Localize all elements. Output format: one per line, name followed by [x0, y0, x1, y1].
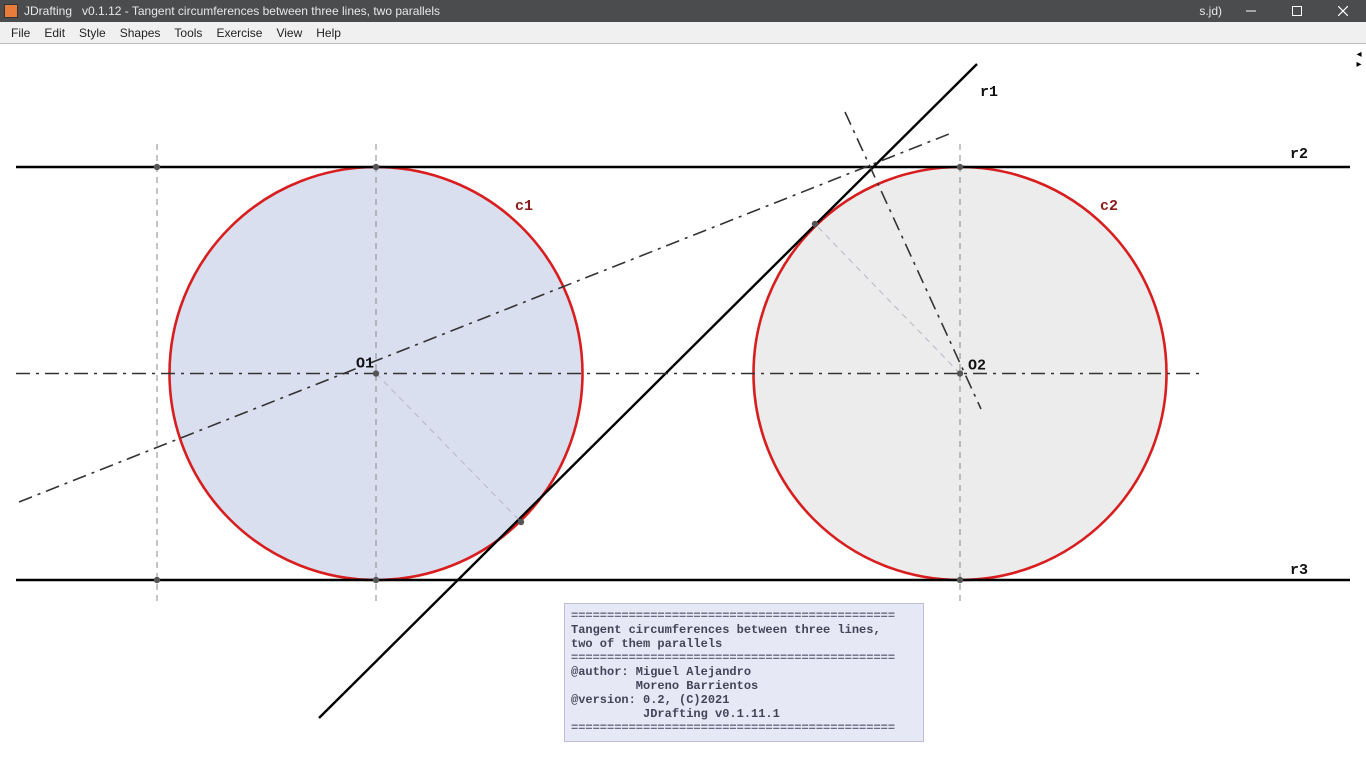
titlebar-text: JDrafting v0.1.12 - Tangent circumferenc… [24, 4, 440, 18]
point-o2[interactable] [957, 370, 963, 376]
point-t1-top[interactable] [373, 164, 379, 170]
menubar: File Edit Style Shapes Tools Exercise Vi… [0, 22, 1366, 44]
close-icon [1338, 6, 1348, 16]
label-c1: c1 [515, 198, 533, 215]
label-o1: O1 [356, 356, 374, 373]
point-t2-top[interactable] [957, 164, 963, 170]
titlebar: JDrafting v0.1.12 - Tangent circumferenc… [0, 0, 1366, 22]
drawing-canvas[interactable]: r1 r2 r3 c1 c2 O1 O2 ◂ ▸ =====================… [0, 44, 1366, 768]
app-version: v0.1.12 [82, 4, 121, 18]
point-tan-c2-r1[interactable] [812, 221, 818, 227]
menu-shapes[interactable]: Shapes [113, 24, 168, 42]
menu-help[interactable]: Help [309, 24, 348, 42]
menu-tools[interactable]: Tools [167, 24, 209, 42]
app-name: JDrafting [24, 4, 72, 18]
annotation-author2: Moreno Barrientos [571, 679, 758, 693]
point-t1-bot[interactable] [373, 577, 379, 583]
annotation-panel: ========================================… [564, 603, 924, 742]
panel-toggle[interactable]: ◂ ▸ [1353, 50, 1365, 70]
label-o2: O2 [968, 358, 986, 375]
maximize-icon [1292, 6, 1302, 16]
annotation-sep3: ========================================… [571, 721, 895, 735]
close-button[interactable] [1320, 0, 1366, 22]
menu-file[interactable]: File [4, 24, 37, 42]
annotation-sep2: ========================================… [571, 651, 895, 665]
label-r3: r3 [1290, 562, 1308, 579]
maximize-button[interactable] [1274, 0, 1320, 22]
menu-edit[interactable]: Edit [37, 24, 72, 42]
annotation-line1: Tangent circumferences between three lin… [571, 623, 881, 637]
annotation-line2: two of them parallels [571, 637, 722, 651]
annotation-sep1: ========================================… [571, 609, 895, 623]
arrow-right-icon: ▸ [1353, 60, 1365, 70]
menu-style[interactable]: Style [72, 24, 113, 42]
label-r1: r1 [980, 84, 998, 101]
point-t2-bot[interactable] [957, 577, 963, 583]
menu-exercise[interactable]: Exercise [209, 24, 269, 42]
point-p2[interactable] [154, 577, 160, 583]
annotation-author1: @author: Miguel Alejandro [571, 665, 751, 679]
document-title: Tangent circumferences between three lin… [132, 4, 440, 18]
point-p1[interactable] [154, 164, 160, 170]
point-tan-c1-r1[interactable] [518, 519, 524, 525]
minimize-icon [1246, 6, 1256, 16]
title-suffix: s.jd) [1199, 4, 1222, 18]
minimize-button[interactable] [1228, 0, 1274, 22]
label-c2: c2 [1100, 198, 1118, 215]
app-icon [4, 4, 18, 18]
menu-view[interactable]: View [269, 24, 309, 42]
annotation-version2: JDrafting v0.1.11.1 [571, 707, 780, 721]
annotation-version1: @version: 0.2, (C)2021 [571, 693, 729, 707]
label-r2: r2 [1290, 146, 1308, 163]
window-controls [1228, 0, 1366, 22]
